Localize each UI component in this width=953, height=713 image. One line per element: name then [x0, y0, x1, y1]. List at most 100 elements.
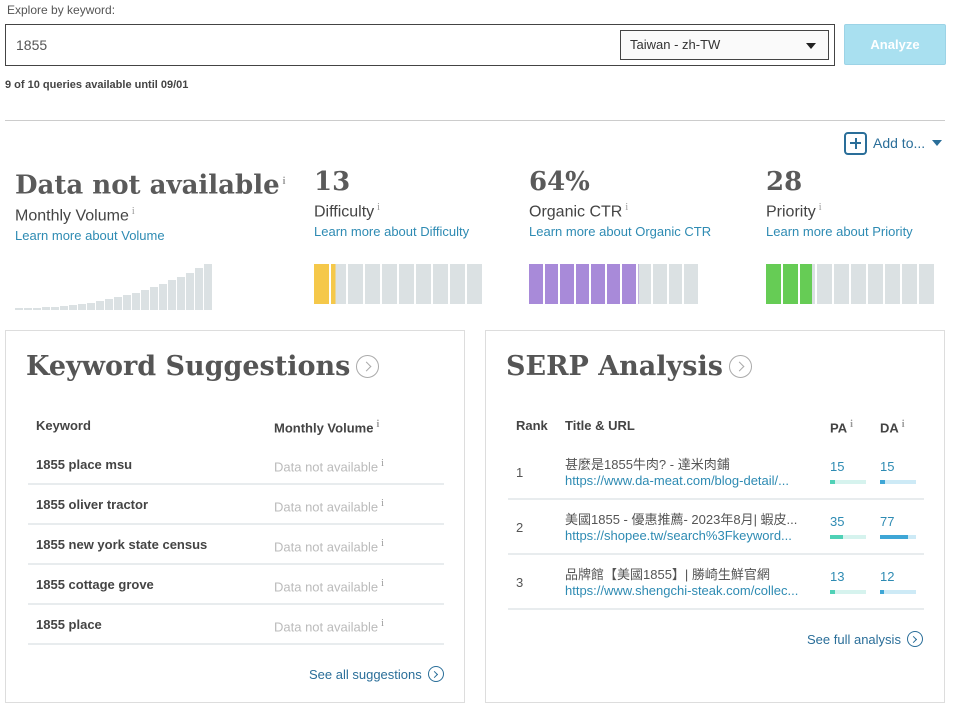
info-icon[interactable]: i — [819, 202, 822, 213]
serp-url-link[interactable]: https://www.shengchi-steak.com/collec... — [565, 583, 815, 598]
info-icon[interactable]: i — [902, 419, 905, 430]
suggestion-keyword[interactable]: 1855 place — [36, 617, 102, 632]
keyword-input[interactable] — [16, 35, 606, 55]
volume-bar — [204, 264, 212, 310]
suggestion-keyword[interactable]: 1855 cottage grove — [36, 577, 154, 592]
serp-rank: 2 — [516, 520, 524, 535]
difficulty-label: Difficulty — [314, 203, 375, 221]
info-icon[interactable]: i — [132, 206, 135, 217]
volume-bar — [96, 301, 104, 310]
volume-bar — [60, 306, 68, 310]
volume-bar — [105, 299, 113, 310]
meter-segment — [637, 264, 651, 304]
col-rank: Rank — [516, 418, 548, 433]
difficulty-meter — [314, 264, 484, 304]
serp-rank: 1 — [516, 465, 524, 480]
info-icon[interactable]: i — [381, 458, 384, 469]
serp-url-link[interactable]: https://shopee.tw/search%3Fkeyword... — [565, 528, 815, 543]
meter-segment — [348, 264, 363, 304]
volume-bar — [186, 273, 194, 310]
explore-label: Explore by keyword: — [7, 3, 116, 17]
see-full-analysis-link[interactable]: See full analysis — [807, 631, 923, 647]
difficulty-learn-more-link[interactable]: Learn more about Difficulty — [314, 224, 469, 239]
da-bar — [880, 590, 916, 594]
arrow-circle-icon — [906, 631, 923, 647]
col-keyword: Keyword — [36, 418, 91, 433]
serp-analysis-panel: SERP Analysis Rank Title & URL PA i DA i 1… — [485, 330, 945, 703]
meter-segment — [851, 264, 866, 304]
locale-select[interactable]: Taiwan - zh-TW — [620, 30, 829, 60]
dropdown-caret-icon — [932, 140, 943, 146]
meter-segment — [885, 264, 900, 304]
ctr-label: Organic CTR — [529, 203, 623, 221]
da-bar — [880, 480, 916, 484]
priority-value: 28 — [766, 167, 803, 197]
serp-title: 品牌館【美國1855】| 勝崎生鮮官網 — [565, 567, 770, 582]
info-icon[interactable]: i — [381, 618, 384, 629]
info-icon[interactable]: i — [381, 538, 384, 549]
suggestion-volume: Data not available i — [274, 578, 384, 595]
volume-bar — [132, 293, 140, 310]
add-to-button[interactable]: Add to... — [844, 131, 943, 155]
dropdown-caret-icon — [806, 43, 816, 49]
pa-bar — [830, 535, 866, 539]
info-icon[interactable]: i — [377, 202, 380, 213]
volume-bar — [159, 284, 167, 310]
meter-segment — [606, 264, 620, 304]
analyze-button[interactable]: Analyze — [844, 24, 946, 65]
see-full-label: See full analysis — [807, 631, 901, 647]
info-icon[interactable]: i — [381, 578, 384, 589]
arrow-circle-icon[interactable] — [728, 355, 752, 378]
volume-learn-more-link[interactable]: Learn more about Volume — [15, 228, 285, 243]
meter-segment — [331, 264, 346, 304]
suggestion-keyword[interactable]: 1855 oliver tractor — [36, 497, 148, 512]
row-divider — [28, 643, 444, 645]
da-value: 77 — [880, 514, 895, 529]
volume-bar — [51, 307, 59, 310]
pa-value: 35 — [830, 514, 845, 529]
suggestion-keyword[interactable]: 1855 new york state census — [36, 537, 207, 552]
locale-select-value: Taiwan - zh-TW — [630, 37, 721, 52]
ctr-learn-more-link[interactable]: Learn more about Organic CTR — [529, 224, 711, 239]
priority-meter — [766, 264, 936, 304]
meter-segment — [919, 264, 934, 304]
volume-bar — [141, 290, 149, 310]
arrow-circle-icon[interactable] — [356, 355, 380, 378]
serp-rank: 3 — [516, 575, 524, 590]
info-icon[interactable]: i — [850, 419, 853, 430]
col-monthly-volume: Monthly Volume i — [274, 419, 380, 436]
see-all-suggestions-link[interactable]: See all suggestions — [309, 666, 444, 682]
row-divider — [28, 563, 444, 565]
suggestion-keyword[interactable]: 1855 place msu — [36, 457, 132, 472]
difficulty-value: 13 — [314, 167, 351, 197]
volume-bar — [33, 308, 41, 310]
da-value: 15 — [880, 459, 895, 474]
info-icon[interactable]: i — [381, 498, 384, 509]
meter-segment — [902, 264, 917, 304]
info-icon[interactable]: i — [283, 176, 286, 187]
metric-volume: Data not available i Monthly Volume i Lear… — [15, 164, 285, 243]
queries-remaining: 9 of 10 queries available until 09/01 — [5, 79, 189, 91]
col-da: DA i — [880, 419, 905, 436]
info-icon[interactable]: i — [376, 419, 379, 430]
metric-priority: 28 Priority i Learn more about Priority — [766, 164, 913, 239]
volume-bar — [114, 297, 122, 310]
meter-segment — [529, 264, 543, 304]
meter-segment — [868, 264, 883, 304]
priority-learn-more-link[interactable]: Learn more about Priority — [766, 224, 913, 239]
volume-bar — [69, 305, 77, 310]
meter-segment — [668, 264, 682, 304]
suggestion-volume: Data not available i — [274, 458, 384, 475]
panel-title: Keyword Suggestions — [26, 351, 351, 382]
volume-bar — [42, 307, 50, 310]
volume-bar — [168, 280, 176, 310]
suggestion-volume: Data not available i — [274, 618, 384, 635]
ctr-value: 64% — [529, 167, 590, 197]
volume-bar — [78, 304, 86, 310]
meter-segment — [560, 264, 574, 304]
info-icon[interactable]: i — [625, 202, 628, 213]
serp-url-link[interactable]: https://www.da-meat.com/blog-detail/... — [565, 473, 815, 488]
search-box: Taiwan - zh-TW — [5, 24, 835, 66]
metric-difficulty: 13 Difficulty i Learn more about Difficul… — [314, 164, 469, 239]
volume-bar — [123, 295, 131, 310]
